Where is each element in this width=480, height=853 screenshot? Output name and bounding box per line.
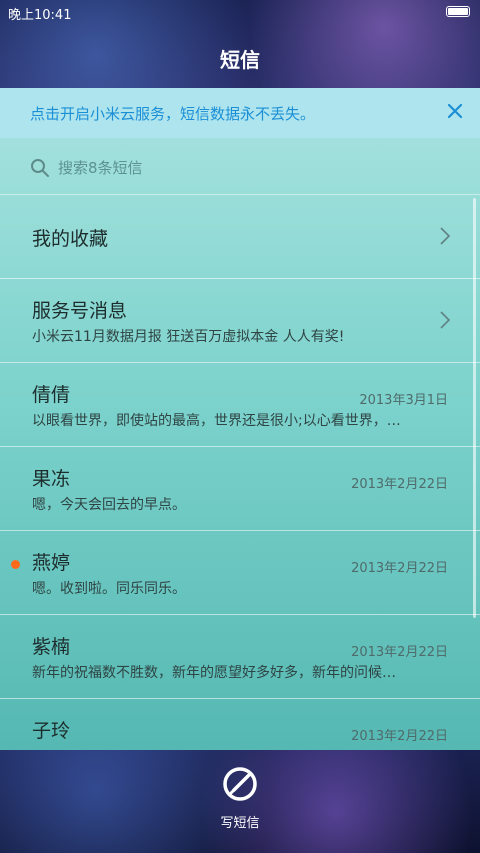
contact-name: 子玲	[32, 720, 71, 742]
list-item-favorites[interactable]: 我的收藏	[0, 194, 480, 279]
conversation-row[interactable]: 倩倩 2013年3月1日 以眼看世界，即使站的最高，世界还是很小;以心看世界，…	[0, 362, 480, 447]
row-title: 我的收藏	[32, 228, 109, 250]
cloud-service-banner[interactable]: 点击开启小米云服务，短信数据永不丢失。	[0, 88, 480, 138]
message-date: 2013年2月22日	[351, 729, 448, 744]
message-preview: 嗯。收到啦。同乐同乐。	[32, 581, 186, 597]
chevron-right-icon	[440, 311, 451, 329]
message-preview: 新年的祝福数不胜数，新年的愿望好多好多，新年的问候…	[32, 665, 396, 681]
contact-name: 倩倩	[32, 384, 71, 406]
row-subtitle: 小米云11月数据月报 狂送百万虚拟本金 人人有奖!	[32, 329, 345, 345]
conversation-row[interactable]: 子玲 2013年2月22日	[0, 698, 480, 750]
compose-label[interactable]: 写短信	[205, 812, 275, 831]
compose-icon	[223, 767, 257, 801]
contact-name: 燕婷	[32, 552, 71, 574]
conversation-row[interactable]: 燕婷 2013年2月22日 嗯。收到啦。同乐同乐。	[0, 530, 480, 615]
banner-text[interactable]: 点击开启小米云服务，短信数据永不丢失。	[30, 103, 315, 124]
battery-icon	[446, 6, 470, 17]
message-date: 2013年3月1日	[359, 393, 448, 408]
status-time: 晚上10:41	[8, 8, 72, 23]
unread-indicator-icon	[11, 560, 20, 569]
message-date: 2013年2月22日	[351, 477, 448, 492]
contact-name: 果冻	[32, 468, 71, 490]
search-bar[interactable]: 搜索8条短信	[0, 138, 480, 195]
compose-button[interactable]: 写短信	[205, 764, 275, 834]
scrollbar[interactable]	[473, 198, 476, 618]
search-input[interactable]: 搜索8条短信	[58, 157, 143, 178]
status-bar: 晚上10:41	[0, 0, 480, 24]
message-preview: 以眼看世界，即使站的最高，世界还是很小;以心看世界，…	[32, 413, 401, 429]
list-item-service-messages[interactable]: 服务号消息 小米云11月数据月报 狂送百万虚拟本金 人人有奖!	[0, 278, 480, 363]
row-title: 服务号消息	[32, 300, 128, 322]
chevron-right-icon	[440, 227, 451, 245]
page-title: 短信	[220, 48, 260, 72]
message-preview: 嗯，今天会回去的早点。	[32, 497, 186, 513]
conversation-row[interactable]: 果冻 2013年2月22日 嗯，今天会回去的早点。	[0, 446, 480, 531]
search-icon	[31, 159, 49, 177]
conversation-panel: 点击开启小米云服务，短信数据永不丢失。 搜索8条短信 我的收藏 服务号消息 小米…	[0, 88, 480, 750]
contact-name: 紫楠	[32, 636, 71, 658]
conversation-row[interactable]: 紫楠 2013年2月22日 新年的祝福数不胜数，新年的愿望好多好多，新年的问候…	[0, 614, 480, 699]
message-date: 2013年2月22日	[351, 561, 448, 576]
message-date: 2013年2月22日	[351, 645, 448, 660]
close-icon[interactable]	[444, 100, 466, 122]
